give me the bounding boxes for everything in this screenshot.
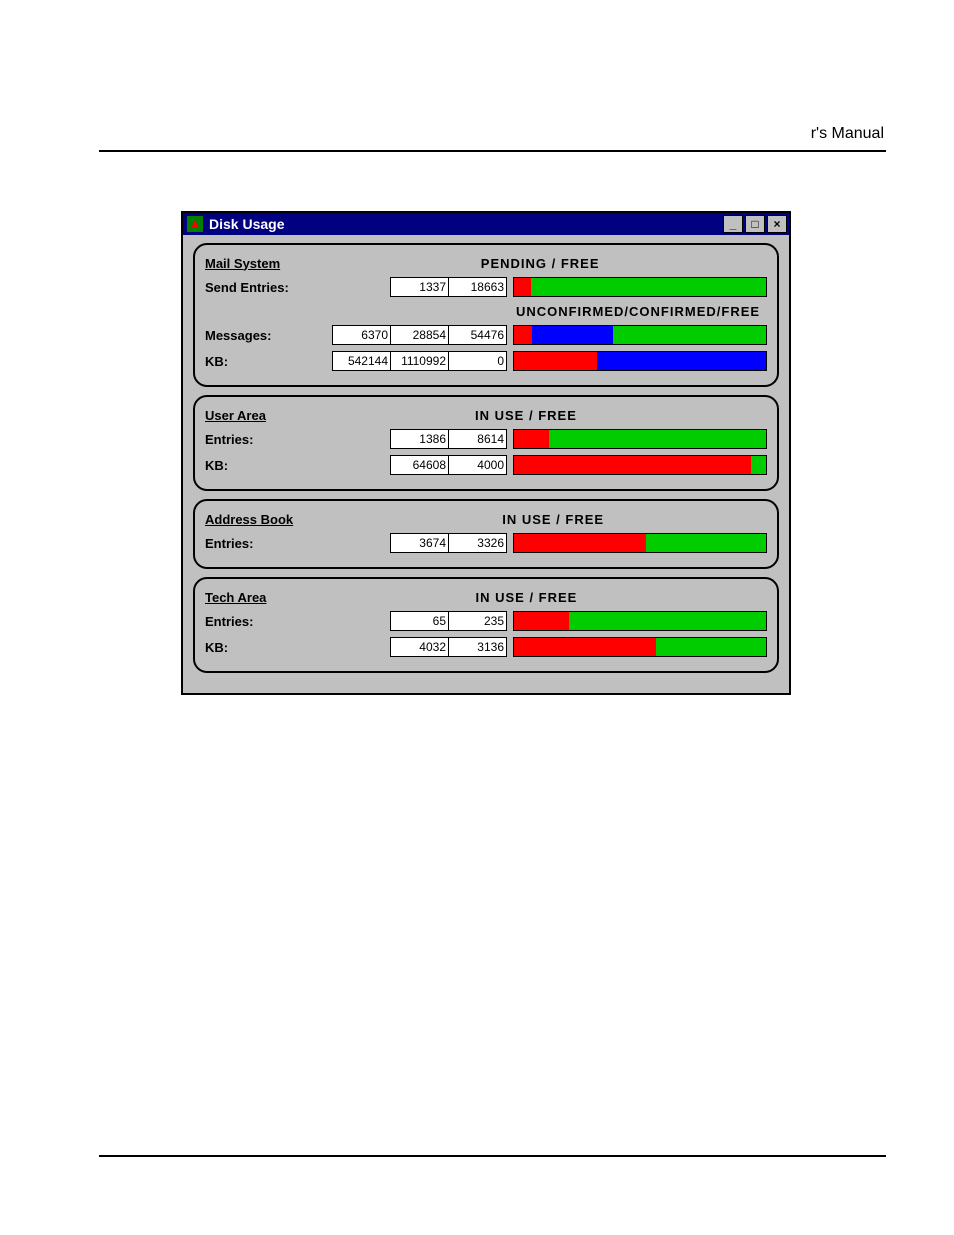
value-cell: 6370 xyxy=(332,325,391,345)
label-user-entries: Entries: xyxy=(205,432,335,447)
label-addr-entries: Entries: xyxy=(205,536,335,551)
title-bar[interactable]: Disk Usage _ □ × xyxy=(183,213,789,235)
bar-segment xyxy=(514,430,549,448)
legend-mail-unconf-conf-free: UNCONFIRMED/CONFIRMED/FREE xyxy=(509,304,767,319)
value-cell: 1337 xyxy=(390,277,449,297)
cells-mail-kb: 54214411109920 xyxy=(332,351,507,371)
row-send-entries: Send Entries: 133718663 xyxy=(205,275,767,299)
value-cell: 4000 xyxy=(448,455,507,475)
value-cell: 54476 xyxy=(448,325,507,345)
cells-tech-kb: 40323136 xyxy=(390,637,507,657)
value-cell: 8614 xyxy=(448,429,507,449)
bar-segment xyxy=(549,430,766,448)
bar-segment xyxy=(514,638,656,656)
value-cell: 0 xyxy=(448,351,507,371)
value-cell: 18663 xyxy=(448,277,507,297)
row-mail-kb: KB: 54214411109920 xyxy=(205,349,767,373)
bar-segment xyxy=(532,326,613,344)
close-button[interactable]: × xyxy=(767,215,787,233)
row-addr-entries: Entries: 36743326 xyxy=(205,531,767,555)
panel-tech-area: Tech Area IN USE / FREE Entries: 65235 K… xyxy=(193,577,779,673)
label-send-entries: Send Entries: xyxy=(205,280,335,295)
bar-messages xyxy=(513,325,767,345)
label-messages: Messages: xyxy=(205,328,332,343)
label-user-kb: KB: xyxy=(205,458,335,473)
cells-user-entries: 13868614 xyxy=(390,429,507,449)
bar-segment xyxy=(751,456,766,474)
section-title-user: User Area xyxy=(205,408,266,423)
legend-user: IN USE / FREE xyxy=(397,408,655,423)
disk-usage-window: Disk Usage _ □ × Mail System PENDING / F… xyxy=(181,211,791,695)
section-title-mail: Mail System xyxy=(205,256,280,271)
cells-tech-entries: 65235 xyxy=(390,611,507,631)
panel-mail-system: Mail System PENDING / FREE Send Entries:… xyxy=(193,243,779,387)
bar-tech-entries xyxy=(513,611,767,631)
bar-segment xyxy=(514,534,646,552)
bar-segment xyxy=(514,456,751,474)
value-cell: 1110992 xyxy=(390,351,449,371)
value-cell: 3674 xyxy=(390,533,449,553)
cells-addr-entries: 36743326 xyxy=(390,533,507,553)
cells-user-kb: 646084000 xyxy=(390,455,507,475)
section-title-tech: Tech Area xyxy=(205,590,266,605)
cells-send-entries: 133718663 xyxy=(390,277,507,297)
bar-segment xyxy=(597,352,766,370)
minimize-button[interactable]: _ xyxy=(723,215,743,233)
value-cell: 542144 xyxy=(332,351,391,371)
value-cell: 64608 xyxy=(390,455,449,475)
value-cell: 4032 xyxy=(390,637,449,657)
row-tech-kb: KB: 40323136 xyxy=(205,635,767,659)
bar-segment xyxy=(514,612,569,630)
panel-user-area: User Area IN USE / FREE Entries: 1386861… xyxy=(193,395,779,491)
bar-segment xyxy=(531,278,766,296)
legend-tech: IN USE / FREE xyxy=(397,590,655,605)
bar-tech-kb xyxy=(513,637,767,657)
value-cell: 28854 xyxy=(390,325,449,345)
row-tech-entries: Entries: 65235 xyxy=(205,609,767,633)
bar-segment xyxy=(656,638,766,656)
bar-user-entries xyxy=(513,429,767,449)
legend-addr: IN USE / FREE xyxy=(424,512,682,527)
bar-addr-entries xyxy=(513,533,767,553)
value-cell: 3136 xyxy=(448,637,507,657)
label-mail-kb: KB: xyxy=(205,354,332,369)
header-rule xyxy=(99,150,886,152)
bar-mail-kb xyxy=(513,351,767,371)
bar-segment xyxy=(514,352,597,370)
panel-address-book: Address Book IN USE / FREE Entries: 3674… xyxy=(193,499,779,569)
value-cell: 65 xyxy=(390,611,449,631)
section-title-addr: Address Book xyxy=(205,512,293,527)
bar-segment xyxy=(514,278,531,296)
bar-segment xyxy=(514,326,532,344)
row-messages: Messages: 63702885454476 xyxy=(205,323,767,347)
maximize-button[interactable]: □ xyxy=(745,215,765,233)
label-tech-kb: KB: xyxy=(205,640,335,655)
bar-segment xyxy=(646,534,766,552)
bar-segment xyxy=(569,612,766,630)
legend-mail-pending-free: PENDING / FREE xyxy=(411,256,669,271)
row-user-kb: KB: 646084000 xyxy=(205,453,767,477)
footer-rule xyxy=(99,1155,886,1157)
bar-user-kb xyxy=(513,455,767,475)
value-cell: 3326 xyxy=(448,533,507,553)
bar-send-entries xyxy=(513,277,767,297)
value-cell: 1386 xyxy=(390,429,449,449)
window-title: Disk Usage xyxy=(209,216,284,232)
row-user-entries: Entries: 13868614 xyxy=(205,427,767,451)
app-icon xyxy=(187,216,203,232)
bar-segment xyxy=(613,326,766,344)
cells-messages: 63702885454476 xyxy=(332,325,507,345)
page-header-right: r's Manual xyxy=(811,125,884,143)
value-cell: 235 xyxy=(448,611,507,631)
label-tech-entries: Entries: xyxy=(205,614,335,629)
